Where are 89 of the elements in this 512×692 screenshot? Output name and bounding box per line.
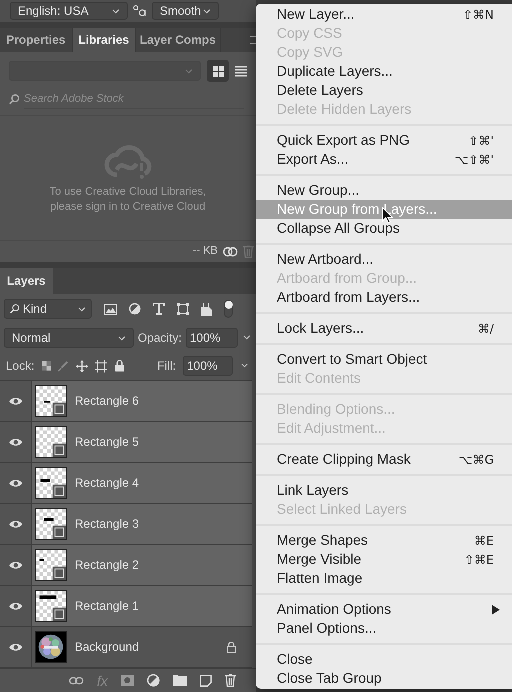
layer-row[interactable]: Rectangle 1: [32, 586, 252, 626]
caret-icon: [185, 68, 193, 74]
layer-name: Rectangle 2: [75, 557, 140, 574]
smart-object-filter-icon[interactable]: [201, 302, 212, 316]
folder-icon[interactable]: [173, 675, 187, 686]
menu-item[interactable]: Create Clipping Mask ⌥⌘G: [256, 450, 512, 469]
menu-item[interactable]: Close: [256, 650, 512, 669]
eye-icon[interactable]: [8, 438, 22, 446]
filter-toggle[interactable]: [224, 300, 233, 318]
layer-row[interactable]: Rectangle 5: [32, 422, 252, 462]
menu-item[interactable]: Delete Layers: [256, 81, 512, 100]
layer-thumbnail: [35, 508, 67, 540]
layer-row[interactable]: Rectangle 3: [32, 504, 252, 544]
menu-item[interactable]: Merge Visible ⇧⌘E: [256, 550, 512, 569]
anti-aliasing-icon: [133, 5, 147, 17]
fill-label: Fill:: [157, 358, 176, 375]
grid-view-button[interactable]: [207, 60, 229, 82]
layer-row[interactable]: Rectangle 4: [32, 463, 252, 503]
layer-thumbnail: [35, 467, 67, 499]
layer-name: Background: [75, 639, 140, 656]
mask-icon[interactable]: [121, 675, 134, 686]
eye-icon[interactable]: [8, 602, 22, 610]
layer-row[interactable]: Rectangle 2: [32, 545, 252, 585]
caret-icon: [112, 8, 120, 14]
storage-size: -- KB: [192, 244, 218, 260]
layers-tab[interactable]: Layers: [0, 268, 53, 294]
eye-icon[interactable]: [8, 396, 22, 406]
language-dropdown[interactable]: English: USA: [10, 2, 128, 20]
caret-icon: [203, 8, 211, 14]
opacity-dropdown-icon[interactable]: [242, 334, 252, 342]
caret-icon: [118, 336, 126, 340]
layer-thumbnail: [35, 590, 67, 622]
sync-icon: [223, 246, 238, 258]
menu-item[interactable]: Link Layers: [256, 481, 512, 500]
move-icon[interactable]: [76, 360, 88, 372]
menu-item[interactable]: New Layer... ⇧⌘N: [256, 5, 512, 24]
opacity-label: Opacity:: [138, 330, 182, 347]
lock-icon[interactable]: [114, 360, 124, 372]
layer-thumbnail: [35, 549, 67, 581]
menu-item[interactable]: Animation Options: [256, 600, 512, 619]
menu-item[interactable]: Panel Options...: [256, 619, 512, 638]
grid-icon: [212, 66, 224, 76]
menu-item[interactable]: Merge Shapes ⌘E: [256, 531, 512, 550]
menu-item[interactable]: Duplicate Layers...: [256, 62, 512, 81]
image-filter-icon[interactable]: [104, 304, 117, 314]
list-view-icon[interactable]: [235, 66, 247, 76]
menu-item[interactable]: Flatten Image: [256, 569, 512, 588]
fill-dropdown-icon[interactable]: [240, 362, 250, 370]
layer-name: Rectangle 5: [75, 434, 140, 451]
stock-search-field[interactable]: Search Adobe Stock: [24, 89, 244, 109]
artboard-lock-icon[interactable]: [95, 360, 108, 372]
anti-aliasing-dropdown[interactable]: Smooth: [152, 2, 219, 20]
caret-icon: [78, 306, 86, 312]
search-icon: [9, 94, 20, 104]
layer-name: Rectangle 3: [75, 516, 140, 533]
layer-name: Rectangle 1: [75, 598, 140, 615]
lock-label: Lock:: [6, 358, 35, 375]
layer-thumbnail: [35, 385, 67, 417]
eye-icon[interactable]: [8, 560, 22, 570]
link-icon[interactable]: [69, 676, 84, 684]
menu-item[interactable]: Close Tab Group: [256, 669, 512, 688]
menu-item[interactable]: Artboard from Layers...: [256, 288, 512, 307]
adjustment-icon[interactable]: [147, 674, 160, 687]
new-layer-icon[interactable]: [200, 674, 212, 686]
blend-mode-dropdown[interactable]: Normal: [4, 328, 134, 348]
menu-item[interactable]: Export As... ⌥⇧⌘': [256, 150, 512, 169]
adjustment-filter-icon[interactable]: [129, 303, 141, 315]
shape-filter-icon[interactable]: [177, 303, 189, 315]
search-icon: [10, 304, 20, 314]
sign-in-message: To use Creative Cloud Libraries, please sign in to Creative Cloud: [48, 185, 208, 215]
eye-icon[interactable]: [8, 642, 22, 652]
layer-row[interactable]: Rectangle 6: [32, 381, 252, 421]
menu-item[interactable]: Quick Export as PNG ⇧⌘': [256, 131, 512, 150]
menu-item[interactable]: Lock Layers... ⌘/: [256, 319, 512, 338]
menu-item[interactable]: Convert to Smart Object: [256, 350, 512, 369]
menu-item[interactable]: New Group...: [256, 181, 512, 200]
eye-icon[interactable]: [8, 520, 22, 528]
eye-icon[interactable]: [8, 478, 22, 488]
opacity-field[interactable]: 100%: [186, 328, 238, 348]
layer-name: Rectangle 4: [75, 475, 140, 492]
fill-field[interactable]: 100%: [183, 356, 234, 376]
layer-thumbnail: [35, 426, 67, 458]
filter-kind-dropdown[interactable]: Kind: [4, 299, 92, 319]
lock-transparency-icon[interactable]: [42, 361, 52, 371]
menu-item[interactable]: New Artboard...: [256, 250, 512, 269]
type-filter-icon[interactable]: [153, 303, 165, 315]
menu-item[interactable]: Collapse All Groups: [256, 219, 512, 238]
panel-tab[interactable]: Libraries: [73, 28, 136, 52]
layer-name: Rectangle 6: [75, 393, 140, 410]
